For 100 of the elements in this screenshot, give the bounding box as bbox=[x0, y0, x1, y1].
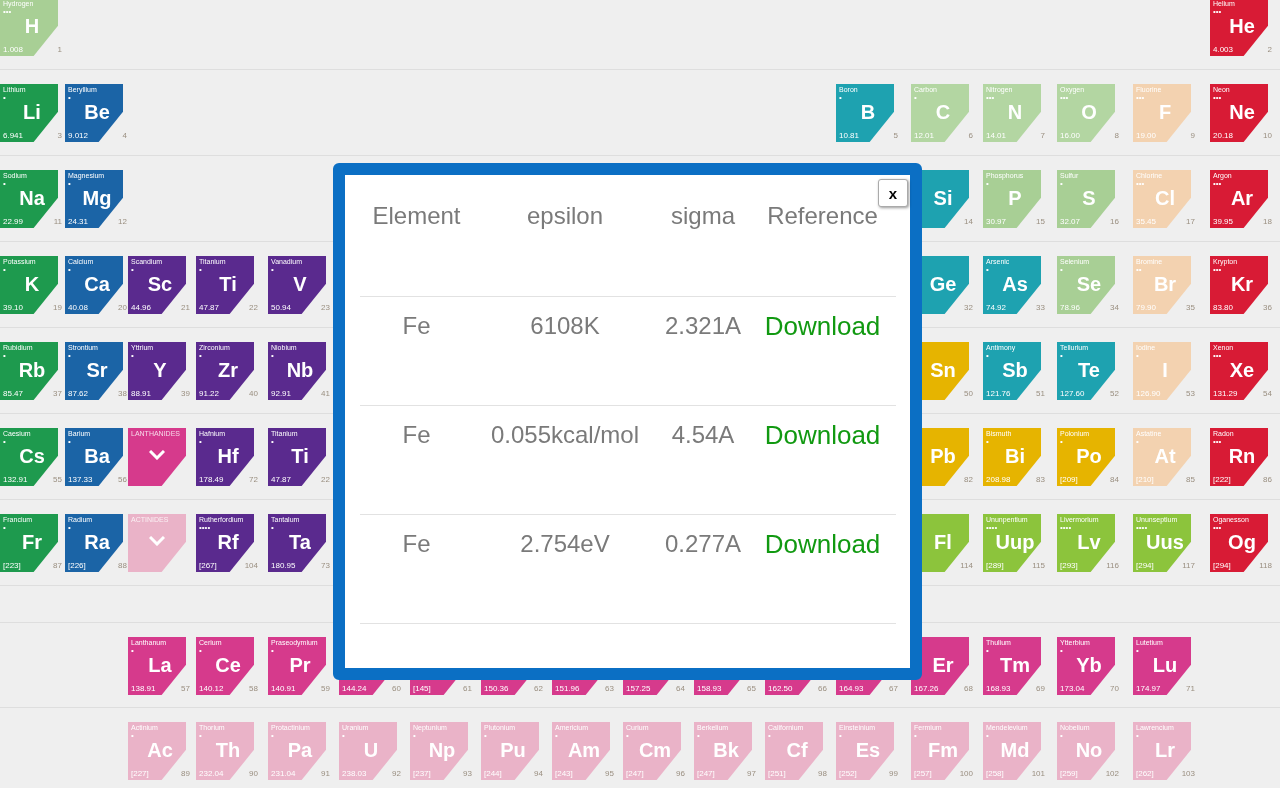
atomic-number: 102 bbox=[1105, 769, 1119, 778]
atomic-mass: 47.87 bbox=[271, 475, 292, 484]
atomic-number: 57 bbox=[181, 684, 190, 693]
element-symbol: Th bbox=[214, 739, 242, 761]
stability-dots: • bbox=[68, 180, 71, 187]
stability-dots: • bbox=[68, 266, 72, 273]
atomic-mass: [294] bbox=[1213, 561, 1231, 570]
atomic-mass: 168.93 bbox=[986, 684, 1011, 693]
element-symbol: Fr bbox=[21, 531, 43, 553]
column-header: sigma bbox=[671, 202, 735, 229]
element-symbol: Pb bbox=[929, 445, 957, 467]
element-symbol: Sb bbox=[1001, 359, 1029, 381]
atomic-mass: 150.36 bbox=[484, 684, 509, 693]
atomic-number: 82 bbox=[964, 475, 973, 484]
stability-dots: ••• bbox=[1136, 180, 1146, 187]
element-symbol: La bbox=[147, 654, 173, 676]
atomic-mass: 6.941 bbox=[3, 131, 24, 140]
atomic-number: 73 bbox=[321, 561, 330, 570]
atomic-mass: 87.62 bbox=[68, 389, 89, 398]
stability-dots: • bbox=[1136, 732, 1140, 739]
atomic-number: 60 bbox=[392, 684, 401, 693]
atomic-number: 93 bbox=[463, 769, 472, 778]
stability-dots: • bbox=[839, 732, 843, 739]
group-tile[interactable] bbox=[128, 428, 186, 486]
stability-dots: • bbox=[986, 266, 990, 273]
atomic-number: 72 bbox=[249, 475, 258, 484]
download-link[interactable]: Download bbox=[764, 529, 881, 559]
stability-dots: • bbox=[131, 266, 135, 273]
atomic-mass: [223] bbox=[3, 561, 21, 570]
atomic-number: 22 bbox=[321, 475, 330, 484]
group-tile[interactable] bbox=[128, 514, 186, 572]
atomic-number: 53 bbox=[1186, 389, 1195, 398]
element-symbol: S bbox=[1081, 187, 1097, 209]
atomic-number: 37 bbox=[53, 389, 62, 398]
element-symbol: Rf bbox=[216, 531, 240, 553]
element-symbol: Ac bbox=[146, 739, 174, 761]
stability-dots: • bbox=[986, 647, 990, 654]
atomic-number: 59 bbox=[321, 684, 330, 693]
stability-dots: • bbox=[1136, 647, 1140, 654]
atomic-number: 61 bbox=[463, 684, 472, 693]
atomic-mass: [294] bbox=[1136, 561, 1154, 570]
element-symbol: B bbox=[859, 101, 877, 123]
atomic-mass: 180.95 bbox=[271, 561, 296, 570]
atomic-mass: [222] bbox=[1213, 475, 1231, 484]
atomic-mass: [251] bbox=[768, 769, 786, 778]
atomic-mass: [244] bbox=[484, 769, 502, 778]
stability-dots: • bbox=[68, 524, 72, 531]
atomic-mass: 32.07 bbox=[1060, 217, 1081, 226]
table-cell: 4.54A bbox=[671, 421, 735, 448]
atomic-number: 85 bbox=[1186, 475, 1195, 484]
element-symbol: K bbox=[23, 273, 41, 295]
atomic-number: 92 bbox=[392, 769, 401, 778]
stability-dots: ••• bbox=[1213, 8, 1223, 15]
stability-dots: •••• bbox=[1060, 524, 1073, 531]
atomic-mass: [247] bbox=[626, 769, 644, 778]
atomic-mass: 208.98 bbox=[986, 475, 1011, 484]
atomic-number: 38 bbox=[118, 389, 127, 398]
stability-dots: • bbox=[271, 647, 274, 654]
element-symbol: F bbox=[1157, 101, 1173, 123]
atomic-number: 69 bbox=[1036, 684, 1045, 693]
atomic-number: 4 bbox=[122, 131, 127, 140]
element-symbol: Ti bbox=[218, 273, 238, 295]
atomic-number: 87 bbox=[53, 561, 62, 570]
element-symbol: Ce bbox=[214, 654, 242, 676]
atomic-number: 17 bbox=[1186, 217, 1195, 226]
stability-dots: • bbox=[914, 94, 918, 101]
stability-dots: • bbox=[1060, 647, 1064, 654]
stability-dots: • bbox=[1060, 180, 1064, 187]
element-symbol: Pu bbox=[499, 739, 527, 761]
stability-dots: •••• bbox=[986, 524, 998, 531]
atomic-mass: [293] bbox=[1060, 561, 1078, 570]
atomic-number: 14 bbox=[964, 217, 973, 226]
download-link[interactable]: Download bbox=[764, 311, 881, 341]
element-symbol: H bbox=[23, 15, 41, 37]
atomic-mass: 121.76 bbox=[986, 389, 1011, 398]
stability-dots: ••• bbox=[1213, 94, 1223, 101]
stability-dots: • bbox=[199, 266, 203, 273]
stability-dots: • bbox=[68, 438, 72, 445]
element-symbol: Mg bbox=[81, 187, 113, 209]
download-link[interactable]: Download bbox=[764, 420, 881, 450]
atomic-number: 67 bbox=[889, 684, 898, 693]
table-cell: Fe bbox=[402, 312, 431, 339]
stability-dots: • bbox=[1060, 266, 1064, 273]
element-symbol: Be bbox=[83, 101, 111, 123]
atomic-number: 62 bbox=[534, 684, 543, 693]
atomic-mass: 30.97 bbox=[986, 217, 1007, 226]
atomic-number: 54 bbox=[1263, 389, 1272, 398]
element-symbol: No bbox=[1074, 739, 1104, 761]
atomic-number: 41 bbox=[321, 389, 330, 398]
stability-dots: ••• bbox=[3, 8, 12, 15]
element-symbol: Ge bbox=[928, 273, 958, 295]
atomic-mass: 12.01 bbox=[914, 131, 935, 140]
close-button[interactable]: x bbox=[878, 179, 908, 207]
element-symbol: V bbox=[292, 273, 308, 295]
element-symbol: He bbox=[1228, 15, 1256, 37]
atomic-number: 99 bbox=[889, 769, 898, 778]
atomic-number: 18 bbox=[1263, 217, 1272, 226]
stability-dots: • bbox=[271, 438, 275, 445]
atomic-mass: [262] bbox=[1136, 769, 1154, 778]
element-symbol: Ba bbox=[83, 445, 111, 467]
